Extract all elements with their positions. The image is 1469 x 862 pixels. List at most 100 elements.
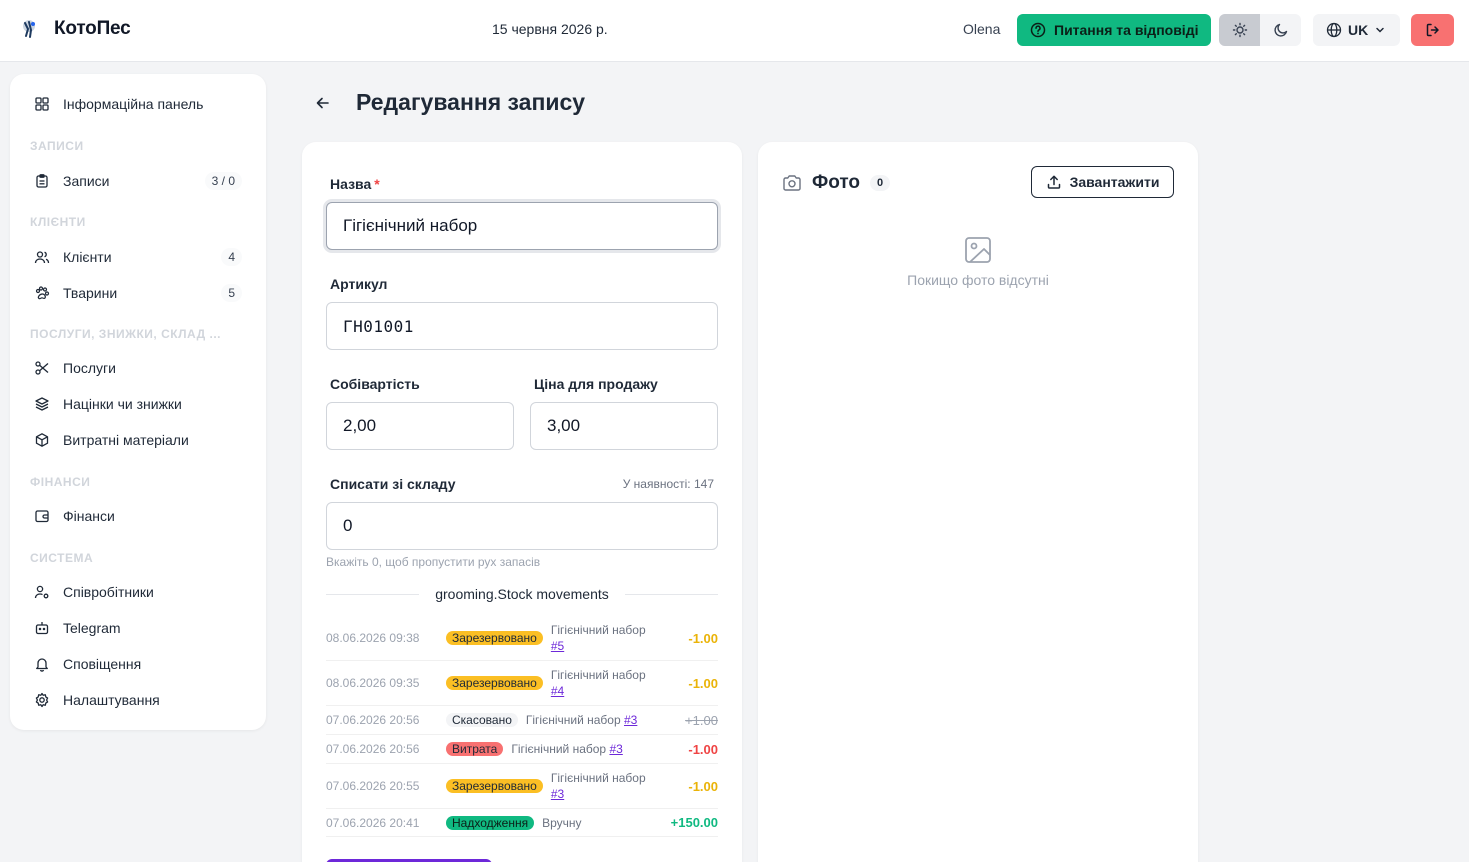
pet-logo-icon [23,20,35,38]
price-input[interactable] [530,402,718,450]
sidebar-item-label: Співробітники [63,584,154,600]
dashboard-icon [35,97,49,111]
movement-date: 07.06.2026 20:55 [326,779,420,793]
qa-button[interactable]: Питання та відповіді [1017,14,1211,46]
table-row: 07.06.2026 20:41 Надходження Вручну +150… [326,809,718,837]
logout-icon [1426,23,1439,37]
stock-available: У наявності: 147 [622,477,714,491]
language-selector[interactable]: UK [1313,14,1400,46]
table-row: 08.06.2026 09:35 Зарезервовано Гігієнічн… [326,661,718,706]
users-icon [34,251,50,264]
sidebar-item-animals[interactable]: Тварини 5 [34,284,242,302]
photo-count-badge: 0 [870,175,891,191]
cost-label: Собівартість [330,376,420,392]
movement-date: 07.06.2026 20:56 [326,713,420,727]
nav-section-system: Система [30,551,94,565]
sidebar-item-supplies[interactable]: Витратні матеріали [34,432,242,448]
sidebar-item-label: Послуги [63,360,116,376]
camera-icon [783,175,801,191]
movement-desc-text: Гігієнічний набор [511,742,607,756]
record-link[interactable]: #4 [551,684,564,698]
movement-amount: +1.00 [685,712,718,728]
table-row: 08.06.2026 09:38 Зарезервовано Гігієнічн… [326,616,718,661]
record-link[interactable]: #3 [551,787,564,801]
movement-date: 08.06.2026 09:35 [326,676,420,690]
name-input[interactable] [326,202,718,250]
back-arrow-icon[interactable] [314,94,332,112]
required-mark: * [374,176,380,192]
sidebar-item-label: Витратні матеріали [63,432,189,448]
scissors-icon [35,361,49,375]
sku-label: Артикул [330,276,388,292]
help-circle-icon [1030,22,1046,38]
bot-icon [35,622,49,635]
sidebar-item-label: Клієнти [63,249,112,265]
sidebar-item-services[interactable]: Послуги [34,360,242,376]
sidebar-item-records[interactable]: Записи 3 / 0 [34,172,242,190]
sidebar-item-settings[interactable]: Налаштування [34,692,242,708]
writeoff-input[interactable] [326,502,718,550]
nav-section-services: Послуги, знижки, склад ... [30,327,221,341]
movement-amount: +150.00 [670,815,718,830]
edit-form-card: Назва* Артикул Собівартість Ціна для про… [302,142,742,862]
sun-icon [1232,22,1247,38]
app-logo[interactable]: КотоПес [20,17,131,41]
count-badge: 3 / 0 [204,172,242,190]
sidebar-item-clients[interactable]: Клієнти 4 [34,248,242,266]
movement-desc-text: Гігієнічний набор [550,623,646,637]
sidebar-item-notifications[interactable]: Сповіщення [34,656,242,672]
user-name[interactable]: Olena [963,21,1000,37]
record-link[interactable]: #3 [609,742,622,756]
movements-title: grooming.Stock movements [435,586,609,602]
nav-section-clients: Клієнти [30,215,86,229]
movement-desc: Гігієнічний набор #5 [551,622,646,654]
app-name: КотоПес [54,18,131,39]
layers-icon [35,397,49,411]
qa-label: Питання та відповіді [1054,22,1199,38]
movement-amount: -1.00 [688,741,718,757]
sku-input[interactable] [326,302,718,350]
dark-theme-button[interactable] [1260,14,1301,46]
cost-input[interactable] [326,402,514,450]
movement-desc: Гігієнічний набор #3 [551,770,646,802]
chevron-down-icon [1376,27,1384,33]
movement-desc: Гігієнічний набор #4 [551,667,646,699]
sidebar-item-employees[interactable]: Співробітники [34,584,242,600]
gear-icon [35,692,49,708]
table-row: 07.06.2026 20:55 Зарезервовано Гігієнічн… [326,764,718,809]
movements-header: grooming.Stock movements [326,586,718,602]
upload-button[interactable]: Завантажити [1031,166,1174,198]
status-badge: Зарезервовано [446,779,543,793]
sidebar-item-markups[interactable]: Націнки чи знижки [34,396,242,412]
sidebar-item-dashboard[interactable]: Інформаційна панель [34,96,242,112]
sidebar-item-finance[interactable]: Фінанси [34,508,242,524]
movement-date: 07.06.2026 20:56 [326,742,420,756]
status-badge: Зарезервовано [446,676,543,690]
movement-amount: -1.00 [688,675,718,691]
box-icon [35,433,49,447]
theme-switch [1219,14,1301,46]
price-label: Ціна для продажу [534,376,658,392]
sidebar-item-telegram[interactable]: Telegram [34,620,242,636]
sidebar-item-label: Telegram [63,620,121,636]
record-link[interactable]: #5 [551,639,564,653]
sidebar-item-label: Інформаційна панель [63,96,204,112]
photo-header: Фото 0 [782,172,891,194]
count-badge: 4 [221,248,242,266]
light-theme-button[interactable] [1219,14,1260,46]
logout-button[interactable] [1411,14,1454,46]
divider [326,593,420,595]
writeoff-hint: Вкажіть 0, щоб пропустити рух запасів [326,555,541,569]
status-badge: Скасовано [446,713,518,727]
movement-desc-text: Гігієнічний набор [550,668,646,682]
sidebar-item-label: Націнки чи знижки [63,396,182,412]
name-label: Назва * [330,176,380,192]
sidebar: Інформаційна панель Записи Записи 3 / 0 … [10,74,266,730]
record-link[interactable]: #3 [624,713,637,727]
status-badge: Надходження [446,815,535,830]
current-date: 15 червня 2026 р. [492,21,608,37]
wallet-icon [35,510,49,523]
sidebar-item-label: Фінанси [63,508,115,524]
movement-amount: -1.00 [688,778,718,794]
movement-date: 08.06.2026 09:38 [326,631,420,645]
